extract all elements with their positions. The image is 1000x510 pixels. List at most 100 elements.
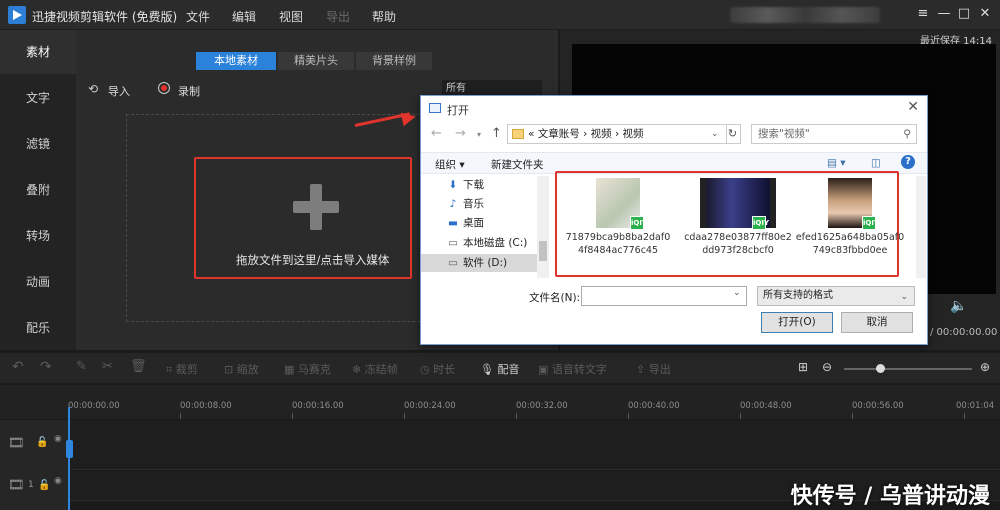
zoom-in-icon[interactable]: ⊕: [980, 360, 990, 374]
maximize-button[interactable]: □: [957, 7, 971, 21]
nav-filters[interactable]: 滤镜: [0, 122, 76, 166]
filename-input[interactable]: [581, 286, 747, 306]
crop-label: 裁剪: [175, 363, 198, 376]
nav-label: 软件 (D:): [463, 257, 508, 269]
scale-tool[interactable]: ⊡ 缩放: [224, 361, 259, 377]
filetype-value: 所有支持的格式: [763, 290, 833, 301]
minimize-button[interactable]: —: [937, 7, 951, 21]
menu-view[interactable]: 视图: [279, 8, 303, 25]
zoom-slider-handle[interactable]: [876, 364, 885, 373]
tab-intros[interactable]: 精美片头: [278, 52, 354, 70]
import-icon[interactable]: ⟲: [88, 82, 98, 96]
menu-export[interactable]: 导出: [326, 8, 350, 25]
add-media-icon[interactable]: [293, 184, 339, 230]
edit-icon[interactable]: ✎: [76, 359, 87, 374]
record-button[interactable]: 录制: [178, 83, 200, 99]
breadcrumb: « 文章账号 › 视频 › 视频: [528, 128, 644, 140]
nav-scrollbar-thumb[interactable]: [539, 241, 547, 261]
nav-downloads[interactable]: ⬇ 下载: [447, 176, 484, 194]
undo-icon[interactable]: ↶: [12, 359, 24, 375]
nav-materials[interactable]: 素材: [0, 30, 76, 74]
dialog-close-icon[interactable]: ✕: [907, 99, 919, 115]
zoom-out-icon[interactable]: ⊖: [822, 360, 832, 374]
nav-drive-d[interactable]: ▭ 软件 (D:): [421, 254, 537, 272]
folder-icon: [512, 129, 524, 139]
forward-arrow-icon[interactable]: →: [455, 126, 466, 141]
menu-icon[interactable]: ≡: [916, 7, 930, 21]
playhead[interactable]: [68, 407, 70, 510]
preview-pane-icon[interactable]: ◫: [871, 157, 881, 169]
open-button[interactable]: 打开(O): [761, 312, 833, 333]
filename-dropdown-icon[interactable]: ⌄: [733, 288, 741, 298]
tick-label: 00:00:48.00: [740, 401, 792, 411]
filename-label: 文件名(N):: [529, 292, 581, 304]
app-logo-icon: [8, 6, 26, 24]
navigation-pane: ⬇ 下载 ♪ 音乐 ▬ 桌面 ▭ 本地磁盘 (C:) ▭ 软件 (D:): [421, 174, 551, 278]
iqiyi-badge-icon: iQIY: [752, 216, 769, 230]
cancel-button[interactable]: 取消: [841, 312, 913, 333]
export-label: 导出: [648, 363, 671, 376]
file-item[interactable]: iQIY cdaa278e03877ff80e2dd973f28cbcf0: [683, 178, 793, 257]
delete-icon[interactable]: 🗑: [130, 359, 147, 374]
zoom-slider[interactable]: [844, 368, 972, 370]
mosaic-tool[interactable]: ▦ 马赛克: [284, 361, 331, 377]
tick-label: 00:00:00.00: [68, 401, 120, 411]
nav-transitions[interactable]: 转场: [0, 214, 76, 258]
volume-icon[interactable]: 🔈: [950, 298, 967, 314]
timeline-ruler[interactable]: 00:00:00.00 00:00:08.00 00:00:16.00 00:0…: [0, 385, 1000, 419]
back-arrow-icon[interactable]: ←: [431, 126, 442, 141]
video-track[interactable]: [0, 420, 1000, 470]
cut-icon[interactable]: ✂: [102, 359, 113, 374]
new-folder-button[interactable]: 新建文件夹: [491, 157, 544, 172]
tab-backgrounds[interactable]: 背景样例: [356, 52, 432, 70]
import-button[interactable]: 导入: [108, 83, 130, 99]
nav-scrollbar[interactable]: [537, 176, 549, 278]
help-icon[interactable]: ?: [901, 155, 915, 169]
nav-drive-c[interactable]: ▭ 本地磁盘 (C:): [447, 234, 527, 252]
organize-menu[interactable]: 组织 ▾: [435, 157, 465, 172]
lock-icon[interactable]: 🔓: [38, 480, 50, 491]
playhead-handle[interactable]: [66, 440, 73, 458]
address-dropdown-icon[interactable]: ⌄: [711, 124, 719, 144]
menu-help[interactable]: 帮助: [372, 8, 396, 25]
nav-text[interactable]: 文字: [0, 76, 76, 120]
export-tool[interactable]: ⇪ 导出: [636, 361, 671, 377]
files-scrollbar[interactable]: [916, 176, 926, 278]
dubbing-tool[interactable]: 🎙 配音: [480, 361, 519, 377]
record-icon[interactable]: [158, 82, 170, 94]
tick-label: 00:00:08.00: [180, 401, 232, 411]
tab-local-media[interactable]: 本地素材: [196, 52, 276, 70]
nav-label: 本地磁盘 (C:): [463, 237, 528, 249]
video-thumbnail: iQIY: [700, 178, 776, 230]
file-name: efed1625a648ba05af0749c83fbbd0ee: [795, 232, 905, 256]
search-input[interactable]: 搜索"视频" ⚲: [751, 124, 917, 144]
video-thumbnail: iQIY: [828, 178, 879, 230]
menu-file[interactable]: 文件: [186, 8, 210, 25]
nav-desktop[interactable]: ▬ 桌面: [447, 214, 484, 232]
visibility-icon[interactable]: ◉: [54, 476, 62, 486]
fit-icon[interactable]: ⊞: [798, 360, 808, 374]
time-readout: / 00:00:00.00: [930, 327, 998, 338]
up-arrow-icon[interactable]: ↑: [491, 126, 502, 141]
duration-tool[interactable]: ◷ 时长: [420, 361, 455, 377]
close-button[interactable]: ✕: [978, 7, 992, 21]
freeze-frame-tool[interactable]: ❄ 冻结帧: [352, 361, 398, 377]
nav-animation[interactable]: 动画: [0, 260, 76, 304]
file-item[interactable]: iQIY 71879bca9b8ba2daf04f8484ac776c45: [563, 178, 673, 257]
crop-tool[interactable]: ⌗ 裁剪: [166, 361, 198, 377]
nav-music[interactable]: 配乐: [0, 306, 76, 350]
refresh-icon[interactable]: ↻: [725, 124, 741, 144]
address-bar[interactable]: « 文章账号 › 视频 › 视频: [507, 124, 727, 144]
file-item[interactable]: iQIY efed1625a648ba05af0749c83fbbd0ee: [795, 178, 905, 257]
file-name: 71879bca9b8ba2daf04f8484ac776c45: [565, 232, 671, 256]
filetype-select[interactable]: 所有支持的格式 ⌄: [757, 286, 915, 306]
visibility-icon[interactable]: ◉: [54, 434, 62, 444]
lock-icon[interactable]: 🔓: [36, 437, 48, 448]
redo-icon[interactable]: ↷: [40, 359, 52, 375]
recent-dropdown-icon[interactable]: ▾: [477, 130, 481, 139]
view-options-icon[interactable]: ▤ ▾: [827, 157, 846, 169]
nav-music[interactable]: ♪ 音乐: [447, 195, 484, 213]
nav-overlay[interactable]: 叠附: [0, 168, 76, 212]
speech-to-text-tool[interactable]: ▣ 语音转文字: [538, 361, 607, 377]
menu-edit[interactable]: 编辑: [232, 8, 256, 25]
